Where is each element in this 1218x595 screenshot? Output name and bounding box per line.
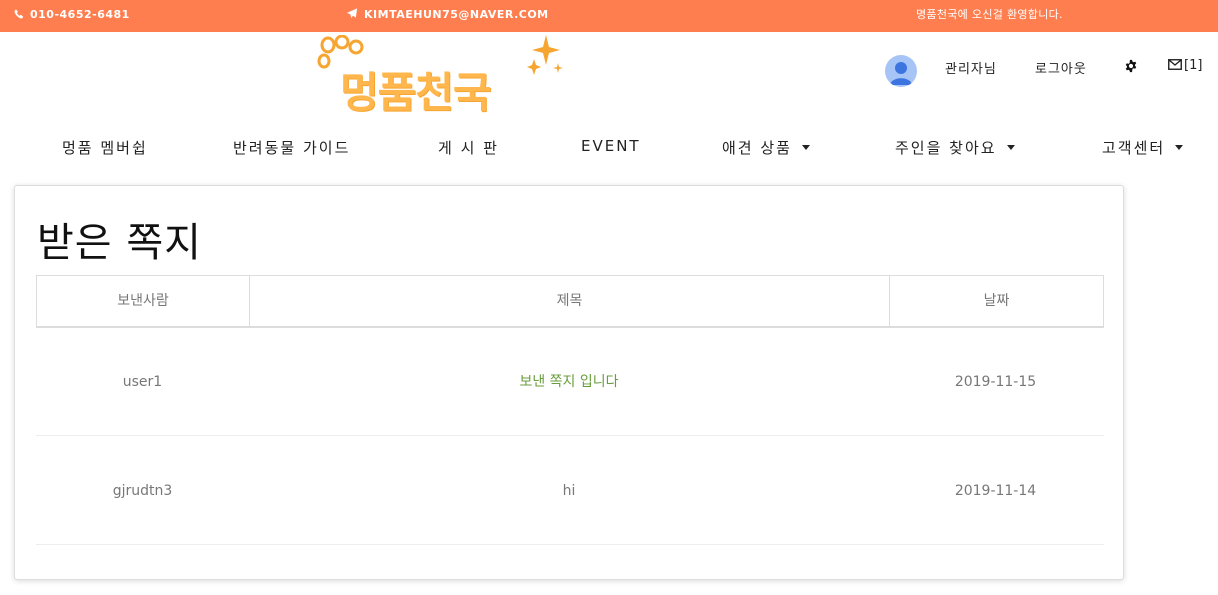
nav-pet-guide-label: 반려동물 가이드 [233, 139, 351, 157]
nav-event[interactable]: EVENT [581, 137, 641, 155]
nav-customer-center[interactable]: 고객센터 [1102, 137, 1184, 158]
phone-icon [14, 9, 24, 19]
nav-board-label: 게 시 판 [438, 139, 499, 157]
nav-pet-products[interactable]: 애견 상품 [722, 137, 810, 158]
avatar[interactable] [885, 55, 917, 87]
nav-pet-products-label: 애견 상품 [722, 139, 792, 157]
row-subject-link[interactable]: 보낸 쪽지 입니다 [519, 374, 618, 390]
gear-icon[interactable] [1124, 59, 1138, 73]
table-row: gjrudtn3 hi 2019-11-14 [36, 437, 1104, 545]
messages-link[interactable]: [1] [1168, 58, 1202, 73]
nav-membership[interactable]: 멍품 멤버쉽 [62, 137, 148, 158]
message-count: [1] [1184, 58, 1203, 73]
caret-down-icon [1006, 145, 1015, 150]
site-logo[interactable]: 멍품천국 [314, 33, 564, 117]
row-subject-link[interactable]: hi [563, 483, 576, 499]
column-subject: 제목 [250, 276, 890, 327]
caret-down-icon [1175, 145, 1184, 150]
table-row: user1 보낸 쪽지 입니다 2019-11-15 [36, 328, 1104, 436]
nav-find-owner[interactable]: 주인을 찾아요 [895, 137, 1015, 158]
phone-number: 010-4652-6481 [30, 8, 130, 21]
paper-plane-icon [346, 8, 358, 18]
row-subject-cell: 보낸 쪽지 입니다 [249, 328, 889, 436]
row-date: 2019-11-14 [954, 483, 1037, 499]
row-sender: user1 [122, 374, 163, 390]
welcome-message: 명품천국에 오신걸 환영합니다. [916, 8, 1063, 21]
nav-membership-label: 멍품 멤버쉽 [62, 139, 148, 157]
column-date: 날짜 [983, 293, 1010, 309]
table-header: 보낸사람 제목 날짜 [36, 275, 1104, 328]
logo-text: 멍품천국 [340, 68, 492, 117]
envelope-icon [1168, 59, 1182, 70]
email-address: KIMTAEHUN75@NAVER.COM [364, 8, 549, 21]
phone-contact: 010-4652-6481 [14, 0, 130, 32]
nav-board[interactable]: 게 시 판 [438, 137, 499, 158]
sparkle-icon [527, 35, 563, 75]
top-info-bar: 010-4652-6481 KIMTAEHUN75@NAVER.COM 명품천국… [0, 0, 1218, 32]
nav-event-label: EVENT [581, 137, 641, 155]
avatar-icon [890, 62, 912, 85]
inbox-card: 받은 쪽지 보낸사람 제목 날짜 user1 보낸 쪽지 입니다 2019-11… [14, 185, 1124, 580]
row-date: 2019-11-15 [954, 374, 1037, 390]
row-sender: gjrudtn3 [112, 483, 173, 499]
email-contact: KIMTAEHUN75@NAVER.COM [346, 0, 549, 32]
admin-link[interactable]: 관리자님 [945, 58, 997, 77]
nav-find-owner-label: 주인을 찾아요 [895, 139, 997, 157]
nav-pet-guide[interactable]: 반려동물 가이드 [233, 137, 350, 158]
nav-customer-center-label: 고객센터 [1102, 139, 1166, 157]
row-subject-cell: hi [249, 437, 889, 545]
column-sender: 보낸사람 [37, 276, 250, 327]
logout-link[interactable]: 로그아웃 [1035, 58, 1087, 77]
page-title: 받은 쪽지 [37, 220, 202, 266]
caret-down-icon [801, 145, 810, 150]
